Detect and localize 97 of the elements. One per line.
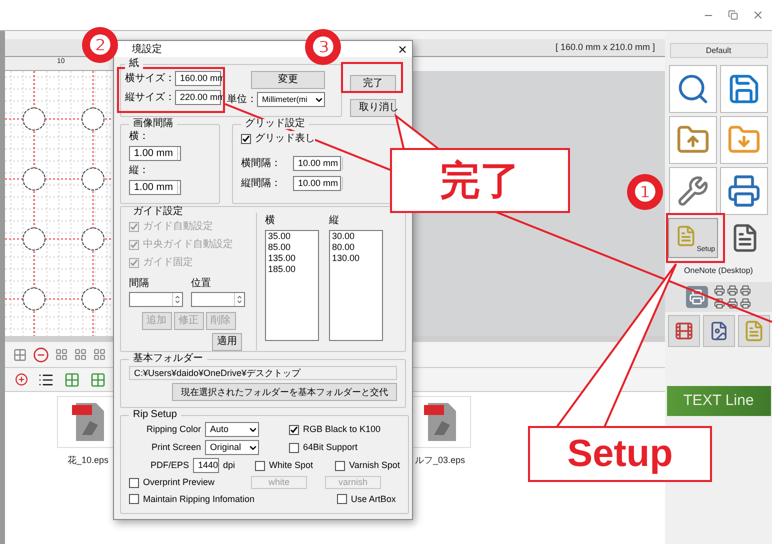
column-header: 横: [265, 214, 276, 228]
checkbox[interactable]: [129, 494, 139, 504]
check-icon: [130, 222, 138, 230]
align-icon[interactable]: [93, 348, 106, 361]
dialog-button[interactable]: 適用: [212, 333, 242, 351]
checkbox[interactable]: [289, 442, 299, 452]
checkbox[interactable]: [129, 478, 139, 488]
checkbox-label: 64Bit Support: [303, 440, 358, 454]
spinner-arrows-icon[interactable]: [234, 293, 244, 306]
checkbox-label: Varnish Spot: [349, 458, 400, 472]
preset-label[interactable]: Default: [670, 43, 768, 58]
printer-icon[interactable]: [727, 298, 738, 309]
printer-name: OneNote (Desktop): [684, 265, 753, 277]
list-item[interactable]: 80.00: [332, 242, 380, 253]
spinner-arrows-icon[interactable]: [172, 293, 182, 306]
printer-icon[interactable]: [686, 286, 708, 308]
unit-label: dpi: [222, 458, 236, 472]
ps-file-icon: [70, 401, 106, 443]
grid-view-icon[interactable]: [90, 372, 106, 388]
align-icon[interactable]: [55, 348, 68, 361]
add-icon[interactable]: [15, 373, 28, 386]
guide-list[interactable]: 35.00 85.00 135.00 185.00: [265, 230, 319, 341]
ps-file-icon: [422, 401, 458, 443]
field-label: Ripping Color: [145, 422, 202, 436]
spin-field[interactable]: 10.00 mm: [293, 156, 341, 171]
field-label: 単位：: [227, 93, 257, 107]
field-label: 横：: [129, 130, 150, 144]
group-title: 紙: [125, 59, 143, 69]
list-view-icon[interactable]: [38, 372, 54, 388]
text-line-button[interactable]: TEXT Line: [666, 386, 770, 416]
checkbox[interactable]: [255, 460, 266, 470]
check-icon: [130, 240, 138, 248]
field-label: 縦間隔：: [241, 177, 282, 191]
printer-icon[interactable]: [714, 285, 725, 296]
file-name[interactable]: 花_10.eps: [67, 454, 109, 468]
field-label: 位置: [191, 276, 212, 291]
folder-path-field[interactable]: C:¥Users¥daido¥OneDrive¥デスクトップ: [129, 366, 397, 380]
checkbox-label: White Spot: [269, 458, 314, 472]
grid-view-icon[interactable]: [64, 372, 80, 388]
page-size-label: [ 160.0 mm x 210.0 mm ]: [555, 40, 655, 54]
input-field[interactable]: 1440: [193, 458, 219, 473]
printer-icon[interactable]: [740, 285, 751, 296]
spin-field[interactable]: [129, 292, 183, 307]
printer-icon[interactable]: [727, 285, 738, 296]
checkbox[interactable]: [241, 134, 251, 144]
align-icon[interactable]: [74, 348, 87, 361]
dialog-button[interactable]: 変更: [251, 71, 325, 89]
remove-icon[interactable]: [33, 346, 49, 362]
field-label: 縦：: [129, 164, 150, 178]
highlight-frame: [341, 62, 403, 93]
input-field: varnish: [325, 476, 381, 490]
checkbox[interactable]: [335, 460, 346, 470]
check-icon: [290, 426, 298, 434]
file-name[interactable]: ルフ_03.eps: [414, 454, 466, 468]
close-icon[interactable]: [397, 44, 408, 54]
checkbox-label: Maintain Ripping Infomation: [143, 492, 255, 506]
save-icon[interactable]: [727, 72, 761, 106]
list-item[interactable]: 30.00: [332, 231, 380, 242]
printer-icon[interactable]: [727, 174, 761, 208]
checkbox-label: Overprint Preview: [143, 476, 215, 490]
list-item[interactable]: 85.00: [268, 242, 316, 253]
field-label: PDF/EPS: [149, 458, 190, 472]
printer-icon[interactable]: [714, 298, 725, 309]
tools-icon[interactable]: [677, 175, 709, 207]
dropdown[interactable]: Auto: [205, 422, 259, 437]
search-icon[interactable]: [676, 72, 710, 106]
callout-label: Setup: [528, 426, 712, 482]
restore-icon[interactable]: [728, 10, 738, 20]
page-icon: [675, 225, 697, 247]
check-icon: [130, 258, 138, 266]
spin-field[interactable]: 10.00 mm: [293, 176, 341, 191]
dropdown[interactable]: Original: [205, 440, 259, 455]
field-label: 横サイズ：: [125, 72, 175, 86]
dialog-title: 境設定: [132, 42, 162, 56]
guide-list[interactable]: 30.00 80.00 130.00: [329, 230, 383, 341]
list-item[interactable]: 135.00: [268, 253, 316, 264]
arrange-icon[interactable]: [13, 348, 27, 362]
spin-field[interactable]: [191, 292, 245, 307]
check-icon: [242, 134, 250, 142]
list-item[interactable]: 35.00: [268, 231, 316, 242]
input-field: white: [251, 476, 307, 490]
dropdown[interactable]: Millimeter(mi: [257, 92, 325, 107]
column-header: 縦: [329, 214, 340, 228]
list-item[interactable]: 185.00: [268, 264, 316, 275]
highlight-frame: [666, 213, 725, 263]
field-label: 縦サイズ：: [125, 91, 175, 105]
spin-field[interactable]: 1.00 mm: [129, 146, 181, 161]
checkbox[interactable]: [336, 494, 347, 504]
checkbox[interactable]: [289, 424, 299, 434]
field-label: 間隔: [129, 277, 150, 291]
spin-field[interactable]: 1.00 mm: [129, 180, 181, 195]
field-label: 横間隔：: [241, 156, 282, 171]
list-item[interactable]: 130.00: [332, 253, 380, 264]
dialog-button[interactable]: 取り消し: [350, 99, 396, 117]
printer-icon[interactable]: [740, 298, 751, 309]
dialog-button[interactable]: 現在選択されたフォルダーを基本フォルダーと交代: [172, 383, 397, 401]
field-label: Print Screen: [150, 440, 202, 454]
